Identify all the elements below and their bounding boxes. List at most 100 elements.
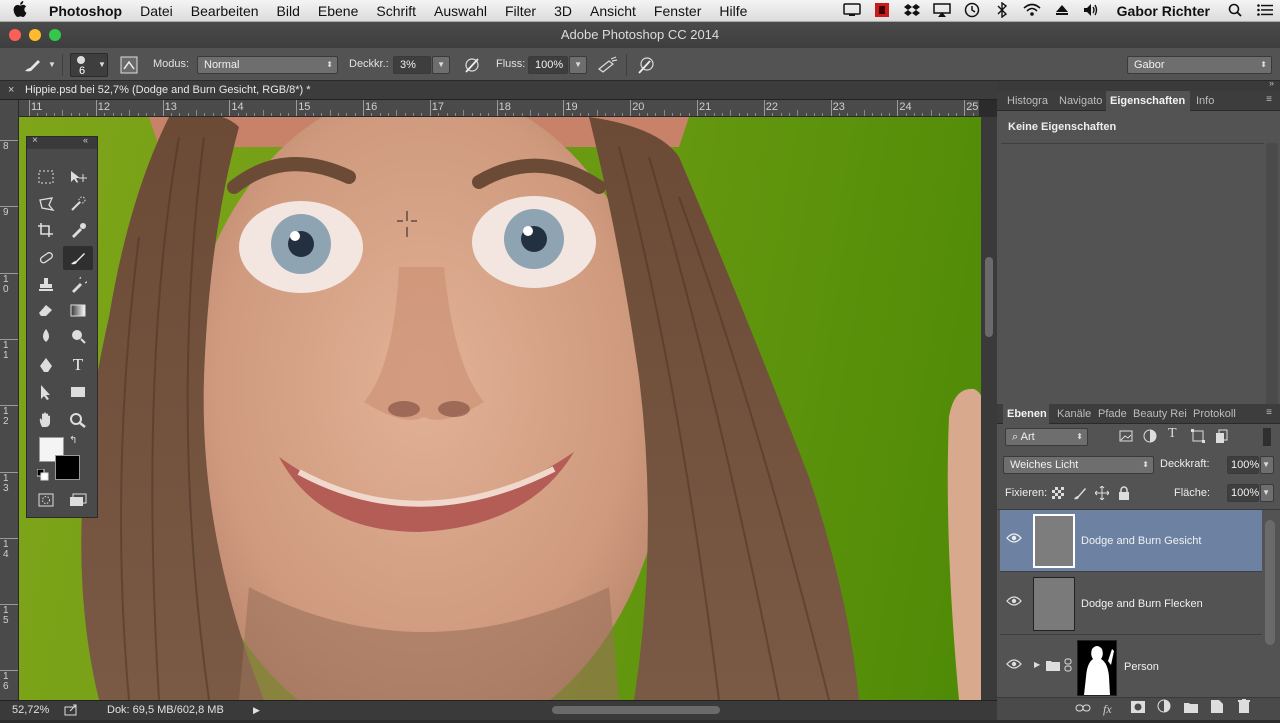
menu-photoshop[interactable]: Photoshop (40, 3, 131, 19)
workspace-select[interactable]: Gabor ⬍ (1127, 56, 1272, 74)
healing-brush-tool-icon[interactable] (31, 246, 61, 270)
brush-panel-toggle-icon[interactable] (120, 56, 138, 77)
brush-tool-preset-icon[interactable] (22, 56, 44, 77)
marquee-tool-icon[interactable] (31, 165, 61, 189)
eyedropper-tool-icon[interactable] (63, 218, 93, 242)
bluetooth-icon[interactable] (987, 1, 1017, 21)
close-panel-icon[interactable]: × (32, 135, 38, 146)
airbrush-icon[interactable] (597, 55, 619, 78)
status-menu-arrow-icon[interactable]: ▶ (253, 701, 260, 720)
background-color-swatch[interactable] (55, 455, 80, 480)
filter-smart-objects-icon[interactable] (1215, 429, 1229, 446)
notification-center-icon[interactable] (1250, 3, 1280, 19)
layer-opacity-input[interactable]: 100% (1227, 456, 1259, 474)
tab-navigator[interactable]: Navigato (1055, 91, 1105, 111)
history-brush-tool-icon[interactable] (63, 273, 93, 297)
screen-mode-icon[interactable] (63, 488, 93, 512)
brush-size-picker[interactable]: 6 ▼ (70, 53, 108, 77)
menu-filter[interactable]: Filter (496, 3, 545, 19)
lock-image-pixels-icon[interactable] (1073, 486, 1087, 503)
menu-datei[interactable]: Datei (131, 3, 182, 19)
delete-layer-icon[interactable] (1238, 698, 1250, 720)
app-red-icon[interactable] (867, 2, 897, 21)
apple-icon[interactable] (0, 0, 40, 21)
document-canvas[interactable] (19, 117, 981, 700)
clone-stamp-tool-icon[interactable] (31, 273, 61, 297)
tab-info[interactable]: Info (1192, 91, 1232, 111)
quick-selection-tool-icon[interactable] (63, 192, 93, 216)
menu-auswahl[interactable]: Auswahl (425, 3, 496, 19)
crop-tool-icon[interactable] (31, 218, 61, 242)
eject-icon[interactable] (1047, 3, 1077, 20)
vertical-scroll-thumb[interactable] (985, 257, 993, 337)
pressure-opacity-icon[interactable] (462, 55, 482, 78)
collapse-dock-icon[interactable]: » (1269, 78, 1274, 88)
close-window-button[interactable] (9, 29, 21, 41)
pressure-size-icon[interactable] (636, 55, 656, 78)
share-icon[interactable] (64, 704, 78, 723)
menu-ansicht[interactable]: Ansicht (581, 3, 645, 19)
volume-icon[interactable] (1077, 3, 1107, 20)
wifi-icon[interactable] (1017, 3, 1047, 20)
layer-filter-kind-select[interactable]: ⌕ Art ⬍ (1005, 428, 1088, 446)
filter-type-layers-icon[interactable]: T (1168, 426, 1177, 442)
mode-select[interactable]: Normal ⬍ (197, 56, 338, 74)
default-colors-icon[interactable] (36, 468, 49, 484)
new-group-icon[interactable] (1184, 698, 1198, 720)
expand-group-arrow-icon[interactable]: ▶ (1034, 660, 1040, 669)
tools-panel-header[interactable]: × « (27, 135, 97, 149)
swap-colors-icon[interactable]: ↰ (69, 435, 77, 446)
new-adjustment-layer-icon[interactable] (1157, 698, 1171, 720)
blend-mode-select[interactable]: Weiches Licht ⬍ (1003, 456, 1154, 474)
tab-paths[interactable]: Pfade (1094, 404, 1128, 424)
close-document-icon[interactable]: × (8, 81, 14, 100)
layer-row[interactable]: Dodge and Burn Flecken (1000, 573, 1262, 635)
menu-schrift[interactable]: Schrift (367, 3, 425, 19)
filter-pixel-layers-icon[interactable] (1119, 429, 1133, 446)
collapse-panel-icon[interactable]: « (83, 135, 88, 145)
properties-scrollbar[interactable] (1266, 143, 1278, 405)
document-tab-title[interactable]: Hippie.psd bei 52,7% (Dodge and Burn Ges… (25, 81, 311, 100)
lock-all-icon[interactable] (1118, 486, 1130, 503)
tab-histogram[interactable]: Histogra (1003, 91, 1053, 111)
display-icon[interactable] (837, 2, 867, 20)
path-selection-tool-icon[interactable] (31, 380, 61, 404)
user-name[interactable]: Gabor Richter (1107, 3, 1220, 19)
pen-tool-icon[interactable] (31, 353, 61, 377)
filter-toggle-switch[interactable] (1263, 428, 1271, 446)
minimize-window-button[interactable] (29, 29, 41, 41)
tab-channels[interactable]: Kanäle (1053, 404, 1093, 424)
eraser-tool-icon[interactable] (31, 298, 61, 322)
menu-3d[interactable]: 3D (545, 3, 581, 19)
layer-style-fx-icon[interactable]: fx (1103, 698, 1112, 720)
add-mask-icon[interactable] (1131, 698, 1145, 720)
rectangle-tool-icon[interactable] (63, 380, 93, 404)
fill-input[interactable]: 100% (1227, 484, 1259, 502)
document-size-info[interactable]: Dok: 69,5 MB/602,8 MB (107, 701, 224, 720)
panel-menu-icon[interactable]: ≡ (1266, 94, 1272, 105)
tab-layers[interactable]: Ebenen (1003, 404, 1049, 424)
tab-beauty-retouch[interactable]: Beauty Rei (1129, 404, 1189, 424)
menu-bearbeiten[interactable]: Bearbeiten (182, 3, 268, 19)
opacity-slider-toggle[interactable]: ▼ (432, 56, 450, 74)
dropbox-icon[interactable] (897, 3, 927, 20)
lock-transparent-pixels-icon[interactable] (1052, 487, 1064, 502)
preset-dropdown-arrow-icon[interactable]: ▼ (48, 60, 56, 69)
flow-input[interactable]: 100% (528, 56, 568, 74)
filter-adjustment-layers-icon[interactable] (1143, 429, 1157, 446)
layers-scroll-thumb[interactable] (1265, 520, 1275, 645)
zoom-level[interactable]: 52,72% (12, 701, 49, 720)
visibility-eye-icon[interactable] (1006, 595, 1022, 610)
hand-tool-icon[interactable] (31, 408, 61, 432)
mask-link-icon[interactable] (1064, 658, 1072, 675)
filter-shape-layers-icon[interactable] (1191, 429, 1205, 446)
new-layer-icon[interactable] (1211, 698, 1223, 720)
type-tool-icon[interactable]: T (63, 353, 93, 377)
lasso-tool-icon[interactable] (31, 192, 61, 216)
fill-slider-toggle[interactable]: ▼ (1260, 484, 1274, 502)
zoom-window-button[interactable] (49, 29, 61, 41)
dodge-tool-icon[interactable] (63, 324, 93, 348)
lock-position-icon[interactable] (1094, 485, 1110, 503)
gradient-tool-icon[interactable] (63, 298, 93, 322)
quick-mask-icon[interactable] (31, 488, 61, 512)
